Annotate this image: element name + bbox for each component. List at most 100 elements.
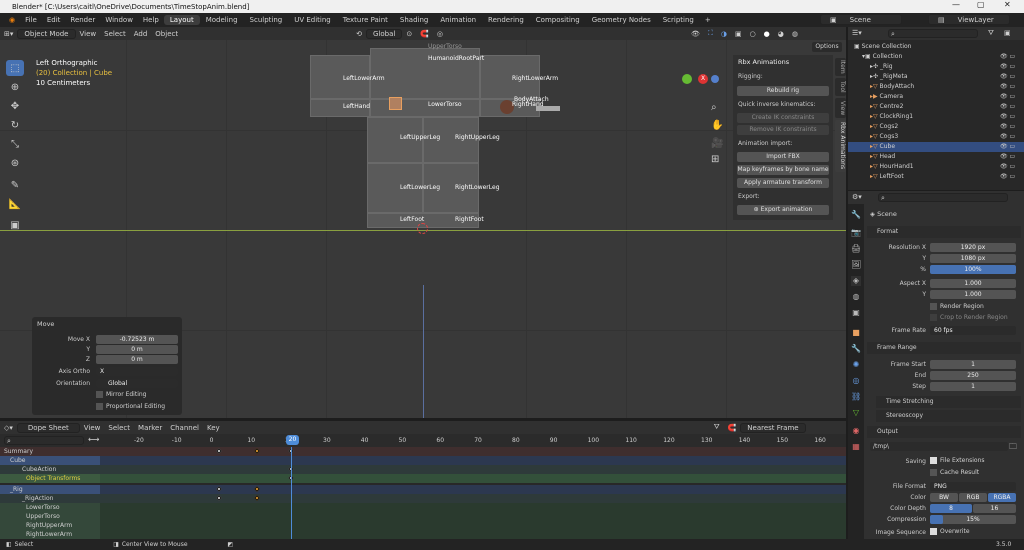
outliner-item[interactable]: ▸▽ Cogs3 xyxy=(848,132,1024,142)
orientation-icon[interactable]: ⟲ xyxy=(352,30,366,38)
outliner-item[interactable]: ▸✣ _RigMeta xyxy=(848,72,1024,82)
apply-armature-button[interactable]: Apply armature transform xyxy=(737,178,829,188)
crop-region-checkbox[interactable]: Crop to Render Region xyxy=(930,314,1008,321)
color-rgb-button[interactable]: RGB xyxy=(959,493,987,502)
outliner-item-selected[interactable]: ▸▽ Cube xyxy=(848,142,1024,152)
dope-sheet-body[interactable]: Summary Cube CubeAction Object Transform… xyxy=(0,447,846,539)
mode-selector[interactable]: Object Mode xyxy=(17,28,76,39)
overwrite-checkbox[interactable]: Overwrite xyxy=(930,528,970,535)
camera-view-icon[interactable]: 🎥 xyxy=(711,138,723,149)
menu-window[interactable]: Window xyxy=(100,16,138,24)
scene-tab-icon[interactable]: ◈ xyxy=(851,276,861,286)
properties-search-input[interactable]: ⌕ xyxy=(878,193,1008,202)
outliner-item[interactable]: ▸▽ HourHand1 xyxy=(848,162,1024,172)
ds-filter-icon[interactable]: ⛛ xyxy=(710,423,724,432)
world-tab-icon[interactable]: ◍ xyxy=(851,292,861,302)
gizmo-y-icon[interactable] xyxy=(682,74,692,84)
dope-sheet-ruler[interactable]: ⌕ ⟷ -20 -10 0 10 20 30 40 50 60 70 80 90 100 110 120 13… xyxy=(0,434,846,447)
resolution-x-field[interactable]: 1920 px xyxy=(930,243,1016,252)
blender-logo-icon[interactable]: ◉ xyxy=(4,16,20,24)
view-layer-tab-icon[interactable]: 🖼 xyxy=(851,260,861,270)
particles-tab-icon[interactable]: ✺ xyxy=(851,360,861,370)
rbx-panel-header[interactable]: Rbx Animations xyxy=(738,58,789,66)
move-x-field[interactable]: -0.72523 m xyxy=(96,335,178,344)
view-layer-selector[interactable]: ▤ ViewLayer xyxy=(928,14,1010,25)
outliner-item[interactable]: ▸✣ _Rig xyxy=(848,62,1024,72)
visibility-toggles[interactable]: 👁 ▭ 👁 ▭ 👁 ▭ 👁 ▭ 👁 ▭ 👁 ▭ 👁 ▭ 👁 ▭ 👁 ▭ 👁 ▭ 👁 ▭ 👁 ▭ 👁 ▭ xyxy=(1000,52,1015,182)
move-tool-icon[interactable]: ✥ xyxy=(6,98,24,114)
frame-range-section[interactable]: Frame Range xyxy=(867,342,1021,354)
dope-sheet-mode-selector[interactable]: Dope Sheet xyxy=(16,422,80,433)
outliner-item[interactable]: ▾▣ Collection xyxy=(848,52,1024,62)
visibility-icon[interactable]: 👁 xyxy=(687,30,704,38)
color-rgba-button[interactable]: RGBA xyxy=(988,493,1016,502)
outliner-item[interactable]: ▸▽ LeftFoot xyxy=(848,172,1024,182)
menu-help[interactable]: Help xyxy=(138,16,164,24)
color-depth-8-button[interactable]: 8 xyxy=(930,504,972,513)
outliner-item[interactable]: ▸▽ Cogs2 xyxy=(848,122,1024,132)
tab-uv-editing[interactable]: UV Editing xyxy=(288,15,337,25)
close-button[interactable]: ✕ xyxy=(1004,0,1011,9)
ds-menu-marker[interactable]: Marker xyxy=(134,424,166,432)
file-extensions-checkbox[interactable]: File Extensions xyxy=(930,457,985,464)
map-keyframes-button[interactable]: Map keyframes by bone name xyxy=(737,165,829,175)
zoom-icon[interactable]: ⌕ xyxy=(711,102,717,113)
channel-upper-torso[interactable]: UpperTorso xyxy=(0,512,100,521)
ds-menu-channel[interactable]: Channel xyxy=(166,424,203,432)
mirror-editing-checkbox[interactable]: Mirror Editing xyxy=(96,391,146,398)
tab-modeling[interactable]: Modeling xyxy=(200,15,244,25)
tab-texture-paint[interactable]: Texture Paint xyxy=(337,15,394,25)
move-z-field[interactable]: 0 m xyxy=(96,355,178,364)
tab-scripting[interactable]: Scripting xyxy=(657,15,700,25)
color-bw-button[interactable]: BW xyxy=(930,493,958,502)
ds-menu-select[interactable]: Select xyxy=(104,424,134,432)
outliner-item[interactable]: ▸▽ ClockRing1 xyxy=(848,112,1024,122)
output-tab-icon[interactable]: 🖨 xyxy=(851,244,861,254)
outliner-filter-icon[interactable]: ⛛ xyxy=(988,29,994,38)
import-fbx-button[interactable]: Import FBX xyxy=(737,152,829,162)
tab-layout[interactable]: Layout xyxy=(163,15,200,25)
orientation-dropdown[interactable]: Global xyxy=(96,379,178,388)
cursor-tool-icon[interactable]: ⊕ xyxy=(6,79,24,95)
minimize-button[interactable]: — xyxy=(952,0,960,9)
frame-start-field[interactable]: 1 xyxy=(930,360,1016,369)
material-tab-icon[interactable]: ◉ xyxy=(851,426,861,436)
viewport-menu-object[interactable]: Object xyxy=(151,30,182,38)
physics-tab-icon[interactable]: ◎ xyxy=(851,376,861,386)
snap-icon[interactable]: 🧲 xyxy=(416,30,433,38)
frame-step-field[interactable]: 1 xyxy=(930,382,1016,391)
channel-rig[interactable]: _Rig xyxy=(0,485,100,494)
time-stretching-section[interactable]: Time Stretching xyxy=(876,396,1021,408)
menu-render[interactable]: Render xyxy=(65,16,100,24)
shading-solid-icon[interactable]: ● xyxy=(760,30,774,38)
ds-snap-icon[interactable]: 🧲 xyxy=(724,424,741,432)
texture-tab-icon[interactable]: ▦ xyxy=(851,442,861,452)
outliner-item[interactable]: ▸▽ Centre2 xyxy=(848,102,1024,112)
file-format-dropdown[interactable]: PNG xyxy=(930,482,1016,491)
data-tab-icon[interactable]: ▽ xyxy=(851,408,861,418)
navigation-gizmo[interactable]: X xyxy=(682,66,721,102)
outliner-scene-collection[interactable]: ▣ Scene Collection xyxy=(848,42,1024,52)
ds-menu-view[interactable]: View xyxy=(80,424,105,432)
proportional-editing-checkbox[interactable]: Proportional Editing xyxy=(96,403,165,410)
tab-rendering[interactable]: Rendering xyxy=(482,15,530,25)
shading-rendered-icon[interactable]: ◍ xyxy=(788,30,802,38)
stereoscopy-section[interactable]: Stereoscopy xyxy=(876,410,1021,422)
editor-type-icon[interactable]: ⊞▾ xyxy=(0,30,17,38)
output-section[interactable]: Output xyxy=(867,426,1021,438)
tab-view[interactable]: View xyxy=(835,98,846,118)
collection-tab-icon[interactable]: ▣ xyxy=(851,308,861,318)
rotate-tool-icon[interactable]: ↻ xyxy=(6,117,24,133)
resolution-percent-field[interactable]: 100% xyxy=(930,265,1016,274)
workspace-add-icon[interactable]: + xyxy=(700,16,716,24)
tab-shading[interactable]: Shading xyxy=(394,15,434,25)
selected-cube[interactable] xyxy=(389,97,402,110)
measure-tool-icon[interactable]: 📐 xyxy=(6,196,24,212)
move-panel-title[interactable]: Move xyxy=(37,320,54,328)
render-tab-icon[interactable]: 📷 xyxy=(851,228,861,238)
frame-rate-dropdown[interactable]: 60 fps xyxy=(930,326,1016,335)
color-depth-16-button[interactable]: 16 xyxy=(973,504,1016,513)
output-path-input[interactable]: /tmp\ xyxy=(870,442,1008,451)
shading-wireframe-icon[interactable]: ○ xyxy=(746,30,760,38)
tab-item[interactable]: Item xyxy=(835,58,846,76)
